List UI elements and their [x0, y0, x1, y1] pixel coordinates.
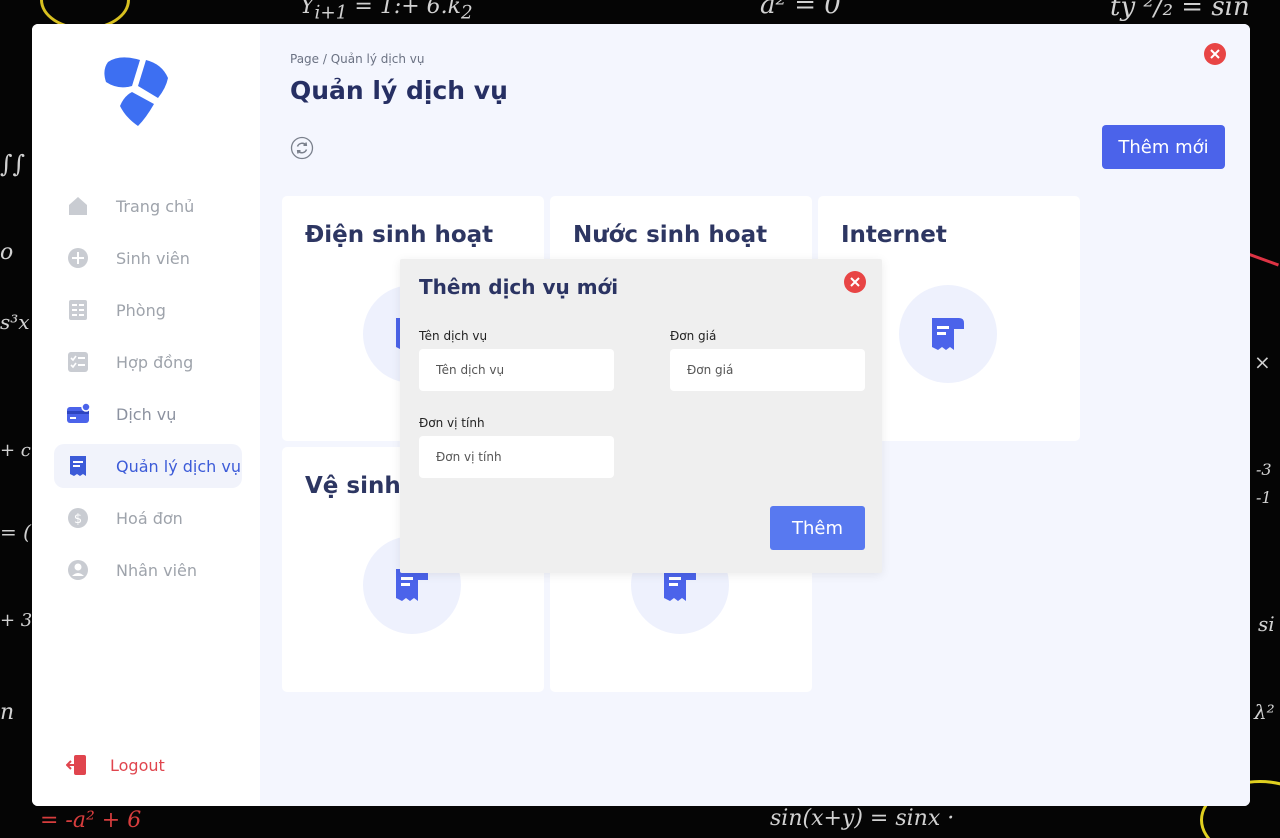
user-circle-icon	[66, 558, 90, 582]
app-logo	[98, 56, 172, 128]
service-name: Điện sinh hoạt	[305, 222, 494, 248]
sidebar-item-label: Hợp đồng	[116, 352, 194, 372]
sidebar-item-label: Phòng	[116, 300, 166, 320]
add-service-modal: Thêm dịch vụ mới Tên dịch vụ Đơn giá Đơn…	[400, 259, 882, 573]
service-icon-circle	[899, 285, 997, 383]
unit-price-label: Đơn giá	[670, 329, 717, 343]
modal-title: Thêm dịch vụ mới	[419, 275, 619, 299]
service-name: Nước sinh hoạt	[573, 222, 768, 248]
service-name-label: Tên dịch vụ	[419, 329, 488, 343]
receipt-icon	[66, 454, 90, 478]
sidebar-item-services[interactable]: Dịch vụ	[54, 392, 242, 436]
close-window-button[interactable]	[1204, 43, 1226, 65]
close-icon	[1210, 49, 1220, 59]
sidebar-item-rooms[interactable]: Phòng	[54, 288, 242, 332]
submit-button[interactable]: Thêm	[770, 506, 865, 550]
sidebar-nav: Trang chủ Sinh viên Phòng Hợp đồng Dịch …	[54, 184, 242, 600]
refresh-button[interactable]	[290, 136, 314, 160]
unit-label: Đơn vị tính	[419, 416, 485, 430]
logout-icon	[65, 754, 88, 776]
sidebar-item-label: Dịch vụ	[116, 404, 177, 424]
service-name-input[interactable]	[419, 349, 614, 391]
sidebar-item-label: Hoá đơn	[116, 508, 183, 528]
sidebar-item-label: Nhân viên	[116, 560, 198, 580]
logout-label: Logout	[110, 755, 165, 775]
sidebar-item-label: Sinh viên	[116, 248, 190, 268]
sidebar-item-contracts[interactable]: Hợp đồng	[54, 340, 242, 384]
home-icon	[66, 194, 90, 218]
unit-input[interactable]	[419, 436, 614, 478]
sidebar-item-label: Quản lý dịch vụ	[116, 456, 241, 476]
sidebar-item-label: Trang chủ	[116, 196, 195, 216]
sidebar: Trang chủ Sinh viên Phòng Hợp đồng Dịch …	[32, 24, 260, 806]
sidebar-item-staff[interactable]: Nhân viên	[54, 548, 242, 592]
close-icon	[850, 277, 860, 287]
sidebar-item-invoices[interactable]: $ Hoá đơn	[54, 496, 242, 540]
svg-text:$: $	[74, 512, 82, 527]
page-title: Quản lý dịch vụ	[290, 76, 508, 105]
modal-close-button[interactable]	[844, 271, 866, 293]
receipt-icon	[932, 318, 964, 350]
sidebar-item-home[interactable]: Trang chủ	[54, 184, 242, 228]
plus-circle-icon	[66, 246, 90, 270]
building-icon	[66, 298, 90, 322]
service-name: Vệ sinh	[305, 473, 401, 499]
logout-button[interactable]: Logout	[65, 754, 165, 776]
breadcrumb: Page / Quản lý dịch vụ	[290, 52, 425, 66]
unit-price-input[interactable]	[670, 349, 865, 391]
refresh-icon	[290, 136, 314, 160]
service-name: Internet	[841, 222, 947, 248]
checklist-icon	[66, 350, 90, 374]
dollar-circle-icon: $	[66, 506, 90, 530]
add-new-button[interactable]: Thêm mới	[1102, 125, 1225, 169]
sidebar-item-service-management[interactable]: Quản lý dịch vụ	[54, 444, 242, 488]
sidebar-item-students[interactable]: Sinh viên	[54, 236, 242, 280]
card-icon	[66, 402, 90, 426]
